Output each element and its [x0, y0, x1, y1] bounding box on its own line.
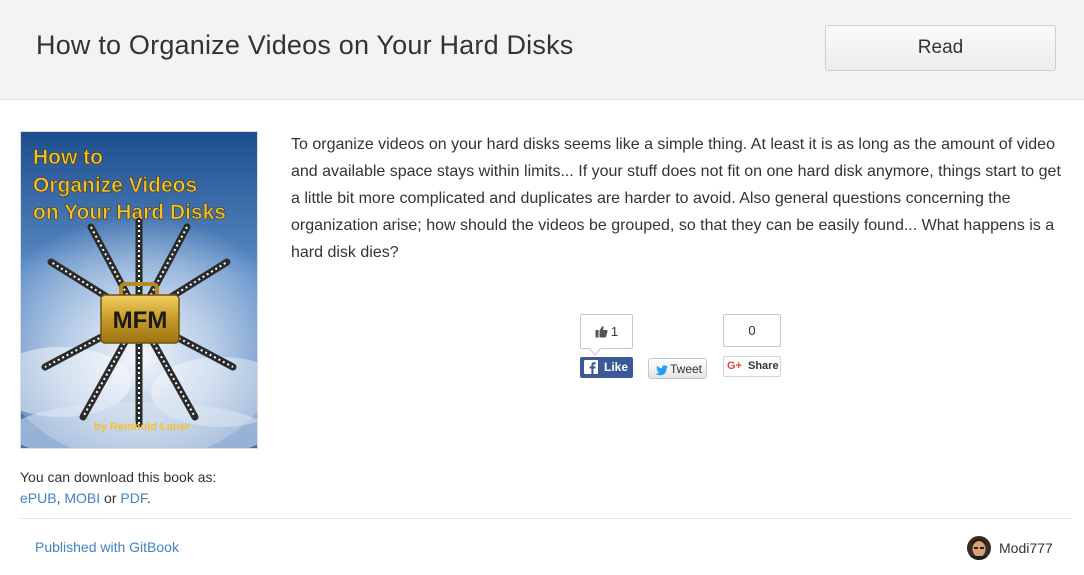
pdf-link[interactable]: PDF	[120, 490, 146, 506]
download-sep: ,	[56, 490, 61, 506]
mobi-link[interactable]: MOBI	[64, 490, 100, 506]
download-or: or	[104, 490, 117, 506]
google-share-button[interactable]: G+ Share	[723, 356, 781, 377]
epub-link[interactable]: ePUB	[20, 490, 57, 506]
tweet-label: Tweet	[670, 362, 703, 376]
footer-divider	[20, 518, 1072, 519]
download-end: .	[146, 490, 151, 506]
cover-title-line1: How to	[33, 146, 103, 169]
avatar	[967, 536, 991, 560]
like-count-pointer	[589, 348, 601, 356]
facebook-like-label: Like	[604, 360, 629, 374]
google-share-label: Share	[748, 360, 779, 372]
cover-title-line3: on Your Hard Disks	[33, 201, 226, 224]
share-count-box: 0	[723, 314, 781, 347]
cover-author: by Reinhold Lauer	[94, 421, 191, 433]
read-button[interactable]: Read	[825, 25, 1056, 71]
like-count-box: 1	[580, 314, 633, 349]
twitter-bird-icon	[654, 363, 668, 383]
thumbs-up-icon	[595, 317, 608, 350]
author-name: Modi777	[999, 540, 1053, 556]
tweet-button[interactable]: Tweet	[648, 358, 707, 379]
facebook-like-button[interactable]: Like	[580, 357, 633, 378]
download-info: You can download this book as: ePUB, MOB…	[20, 467, 280, 509]
share-count: 0	[748, 323, 756, 338]
published-with-gitbook-link[interactable]: Published with GitBook	[35, 539, 179, 555]
page-title: How to Organize Videos on Your Hard Disk…	[36, 30, 574, 60]
like-count: 1	[610, 324, 619, 339]
book-cover-image: MFM How to Organize Videos on Your Hard …	[21, 132, 257, 448]
header-bar: How to Organize Videos on Your Hard Disk…	[0, 0, 1084, 100]
google-plus-icon: G+	[727, 360, 742, 372]
cover-logo-text: MFM	[113, 307, 168, 334]
cover-title-line2: Organize Videos	[33, 174, 197, 197]
book-cover[interactable]: MFM How to Organize Videos on Your Hard …	[20, 131, 258, 449]
author-info[interactable]: Modi777	[967, 536, 1053, 560]
book-description: To organize videos on your hard disks se…	[291, 136, 1061, 261]
download-prefix: You can download this book as:	[20, 469, 217, 485]
facebook-icon	[584, 360, 598, 374]
